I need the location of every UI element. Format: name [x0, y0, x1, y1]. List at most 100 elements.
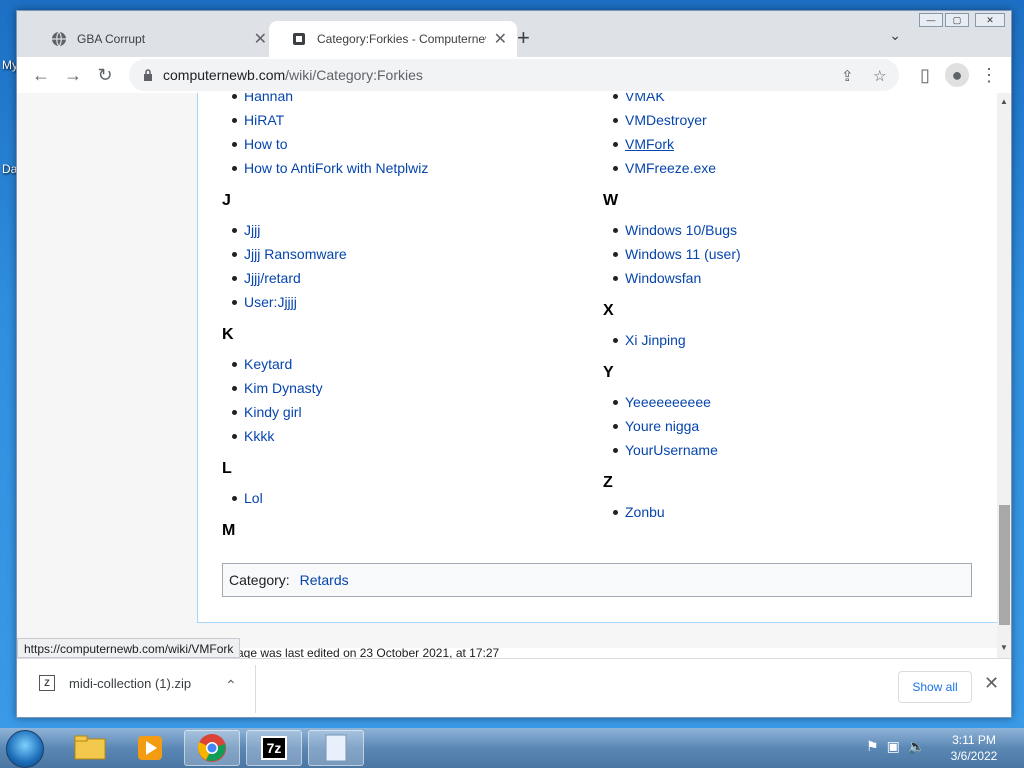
close-window-button[interactable]: ✕ [975, 13, 1005, 27]
show-all-button[interactable]: Show all [898, 671, 972, 703]
list-item[interactable]: How to AntiFork with Netplwiz [222, 156, 592, 180]
download-file-name: midi-collection (1).zip [69, 675, 192, 691]
browser-toolbar: ← → ↻ computernewb.com/wiki/Category:For… [17, 57, 1011, 93]
list-item[interactable]: Jjjj [222, 218, 592, 242]
tab-close-icon[interactable]: ✕ [254, 29, 267, 49]
section-list: Windows 10/Bugs Windows 11 (user) Window… [603, 218, 973, 290]
category-content: Hannah HiRAT How to How to AntiFork with… [197, 93, 997, 623]
page-scrollbar[interactable]: ▲ ▼ [997, 93, 1011, 658]
list-item[interactable]: Windows 10/Bugs [603, 218, 973, 242]
lock-icon [144, 69, 152, 81]
back-arrow-icon[interactable]: ← [29, 63, 53, 87]
chevron-up-icon[interactable]: ⌃ [225, 677, 237, 694]
action-center-flag-icon[interactable]: ⚑ [866, 738, 879, 755]
url-path: /wiki/Category:Forkies [285, 67, 423, 83]
network-icon[interactable]: ▣ [887, 738, 900, 755]
tab-category-forkies[interactable]: Category:Forkies - Computernewb ✕ [269, 21, 517, 57]
minimize-button[interactable]: — [919, 13, 943, 27]
list-item[interactable]: Yeeeeeeeeee [603, 390, 973, 414]
list-item[interactable]: Windows 11 (user) [603, 242, 973, 266]
profile-avatar-icon[interactable]: ● [945, 63, 969, 87]
share-icon[interactable]: ⇪ [841, 67, 854, 85]
list-item[interactable]: Youre nigga [603, 414, 973, 438]
download-shelf: Z midi-collection (1).zip ⌃ Show all ✕ [17, 658, 1011, 717]
category-label: Category: [229, 572, 290, 588]
left-top-list: Hannah HiRAT How to How to AntiFork with… [222, 93, 592, 180]
section-letter: W [603, 192, 619, 209]
list-item[interactable]: Kkkk [222, 424, 592, 448]
browser-window: GBA Corrupt ✕ Category:Forkies - Compute… [16, 10, 1012, 718]
right-column: VMAK VMDestroyer VMFork VMFreeze.exe W W… [603, 93, 973, 524]
reload-icon[interactable]: ↻ [93, 63, 117, 87]
list-item[interactable]: Kim Dynasty [222, 376, 592, 400]
section-letter: J [222, 192, 231, 209]
tab-gba-corrupt[interactable]: GBA Corrupt ✕ [29, 21, 277, 57]
list-item[interactable]: YourUsername [603, 438, 973, 462]
download-item[interactable]: Z midi-collection (1).zip [39, 675, 191, 691]
page-viewport: Hannah HiRAT How to How to AntiFork with… [17, 93, 997, 648]
left-column: Hannah HiRAT How to How to AntiFork with… [222, 93, 592, 548]
section-letter: L [222, 460, 232, 477]
section-list: Keytard Kim Dynasty Kindy girl Kkkk [222, 352, 592, 448]
start-button[interactable] [6, 730, 44, 768]
section-list: Lol [222, 486, 592, 510]
media-player-icon[interactable] [122, 730, 178, 766]
section-letter: M [222, 522, 236, 539]
clock-date: 3/6/2022 [950, 749, 998, 763]
section-list: Xi Jinping [603, 328, 973, 352]
list-item[interactable]: Jjjj Ransomware [222, 242, 592, 266]
notepad-icon[interactable] [308, 730, 364, 766]
list-item[interactable]: Keytard [222, 352, 592, 376]
tab-bar: GBA Corrupt ✕ Category:Forkies - Compute… [17, 11, 1011, 57]
list-item[interactable]: Kindy girl [222, 400, 592, 424]
list-item[interactable]: Hannah [222, 93, 592, 108]
scroll-thumb[interactable] [999, 505, 1010, 625]
menu-kebab-icon[interactable]: ⋮ [977, 63, 1001, 87]
list-item[interactable]: How to [222, 132, 592, 156]
section-letter: K [222, 326, 234, 343]
system-clock[interactable]: 3:11 PM 3/6/2022 [944, 732, 1004, 764]
7zip-icon[interactable]: 7z [246, 730, 302, 766]
maximize-button[interactable]: ▢ [945, 13, 969, 27]
list-item[interactable]: User:Jjjjj [222, 290, 592, 314]
side-panel-icon[interactable]: ▯ [913, 63, 937, 87]
list-item[interactable]: Jjjj/retard [222, 266, 592, 290]
tab-search-chevron-icon[interactable]: ⌄ [889, 27, 901, 44]
list-item[interactable]: HiRAT [222, 108, 592, 132]
document-icon [325, 734, 347, 762]
right-top-list: VMAK VMDestroyer VMFork VMFreeze.exe [603, 93, 973, 180]
list-item[interactable]: Lol [222, 486, 592, 510]
tab-title: Category:Forkies - Computernewb [317, 32, 486, 46]
wiki-icon [293, 33, 305, 45]
address-bar[interactable]: computernewb.com/wiki/Category:Forkies ⇪… [129, 59, 899, 91]
section-letter: X [603, 302, 614, 319]
clock-time: 3:11 PM [952, 733, 996, 747]
forward-arrow-icon[interactable]: → [61, 63, 85, 87]
scroll-down-arrow-icon[interactable]: ▼ [1000, 643, 1008, 652]
list-item[interactable]: Xi Jinping [603, 328, 973, 352]
list-item[interactable]: VMFreeze.exe [603, 156, 973, 180]
scroll-up-arrow-icon[interactable]: ▲ [1000, 97, 1008, 106]
section-list: Yeeeeeeeeee Youre nigga YourUsername [603, 390, 973, 462]
volume-icon[interactable]: 🔈 [908, 738, 925, 755]
divider [255, 665, 256, 713]
system-tray: ⚑ ▣ 🔈 [866, 738, 925, 755]
list-item[interactable]: VMFork [603, 132, 973, 156]
list-item[interactable]: Windowsfan [603, 266, 973, 290]
list-item[interactable]: VMAK [603, 93, 973, 108]
section-list: Jjjj Jjjj Ransomware Jjjj/retard User:Jj… [222, 218, 592, 314]
list-item[interactable]: Zonbu [603, 500, 973, 524]
tab-close-icon[interactable]: ✕ [494, 29, 507, 49]
zip-file-icon: Z [39, 675, 55, 691]
list-item[interactable]: VMDestroyer [603, 108, 973, 132]
category-link-retards[interactable]: Retards [300, 572, 349, 588]
tab-title: GBA Corrupt [77, 32, 146, 46]
folder-icon [74, 735, 106, 760]
status-url-bubble: https://computernewb.com/wiki/VMFork [17, 638, 241, 658]
explorer-icon[interactable] [62, 730, 118, 766]
new-tab-button[interactable]: + [517, 25, 530, 51]
bookmark-star-icon[interactable]: ☆ [873, 67, 886, 85]
chrome-icon[interactable] [184, 730, 240, 766]
close-icon[interactable]: ✕ [984, 673, 999, 694]
7z-label: 7z [260, 736, 288, 760]
